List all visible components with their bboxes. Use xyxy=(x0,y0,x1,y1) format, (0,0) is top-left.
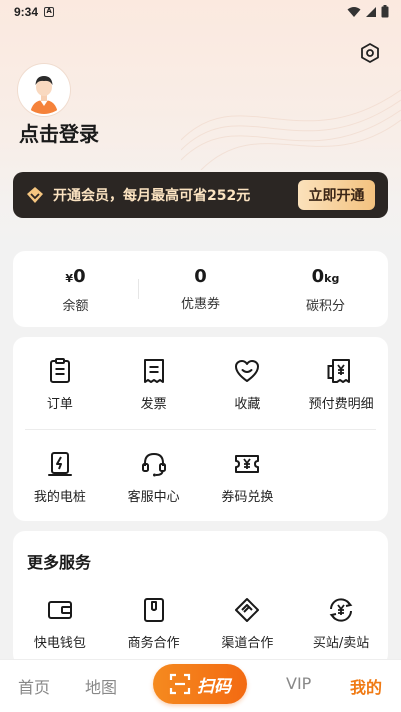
avatar[interactable] xyxy=(18,64,70,116)
business-cooperation-item[interactable]: 商务合作 xyxy=(107,576,201,651)
coupon-redeem-item[interactable]: 券码兑换 xyxy=(201,430,295,522)
more-services-title: 更多服务 xyxy=(27,553,92,572)
vip-diamond-icon xyxy=(27,187,43,203)
clipboard-icon xyxy=(49,358,70,383)
account-stats-card: ¥0 余额 0 优惠券 0kg 碳积分 xyxy=(13,251,388,327)
vip-banner-text: 开通会员，每月最高可省252元 xyxy=(53,188,251,204)
orders-item[interactable]: 订单 xyxy=(13,337,107,429)
open-vip-button[interactable]: 立即开通 xyxy=(298,180,375,210)
channel-cooperation-item[interactable]: 渠道合作 xyxy=(201,576,295,651)
business-cooperation-label: 商务合作 xyxy=(127,636,180,651)
coupon-icon xyxy=(235,455,260,473)
prepaid-receipt-icon xyxy=(327,359,351,383)
charging-pile-icon xyxy=(47,452,72,476)
carbon-label: 碳积分 xyxy=(305,299,345,314)
user-avatar-icon xyxy=(20,66,68,114)
channel-cooperation-label: 渠道合作 xyxy=(221,636,274,651)
orders-label: 订单 xyxy=(46,397,73,412)
invoice-item[interactable]: 发票 xyxy=(107,337,201,429)
prepaid-details-label: 预付费明细 xyxy=(308,397,374,412)
orders-card: 订单 发票 收藏 预付费明细 我的电桩 客服中心 券码兑换 xyxy=(13,337,388,521)
headset-icon xyxy=(141,452,166,477)
wifi-icon xyxy=(347,6,361,17)
status-time: 9:34 xyxy=(14,5,39,19)
invoice-label: 发票 xyxy=(140,397,167,412)
more-services-row: 快电钱包 商务合作 渠道合作 买站/卖站 xyxy=(13,576,388,651)
coupon-value: 0 xyxy=(194,266,207,287)
wallet-item[interactable]: 快电钱包 xyxy=(13,576,107,651)
wallet-label: 快电钱包 xyxy=(33,636,86,651)
scan-label: 扫码 xyxy=(197,676,231,697)
favorites-item[interactable]: 收藏 xyxy=(201,337,295,429)
handshake-icon xyxy=(235,598,260,622)
notification-a-icon: A xyxy=(44,7,55,17)
exchange-icon xyxy=(329,598,353,622)
login-prompt[interactable]: 点击登录 xyxy=(19,118,99,147)
carbon-value: 0kg xyxy=(311,266,340,287)
receipt-icon xyxy=(143,359,164,383)
my-charging-pile-item[interactable]: 我的电桩 xyxy=(13,430,107,522)
orders-row-2: 我的电桩 客服中心 券码兑换 xyxy=(13,430,388,522)
heart-icon xyxy=(235,360,260,382)
buy-sell-station-item[interactable]: 买站/卖站 xyxy=(294,576,388,651)
coupon-redeem-label: 券码兑换 xyxy=(221,490,274,505)
status-bar: 9:34 A xyxy=(0,0,401,24)
decorative-wave xyxy=(181,89,401,170)
settings-hexagon-icon[interactable] xyxy=(359,42,381,64)
orders-row-1: 订单 发票 收藏 预付费明细 xyxy=(13,337,388,429)
prepaid-details-item[interactable]: 预付费明细 xyxy=(294,337,388,429)
coupon-stat[interactable]: 0 优惠券 xyxy=(138,251,263,327)
balance-label: 余额 xyxy=(62,299,89,314)
signal-icon xyxy=(366,6,376,17)
customer-service-label: 客服中心 xyxy=(127,490,180,505)
tab-mine[interactable]: 我的 xyxy=(350,674,382,698)
carbon-points-stat[interactable]: 0kg 碳积分 xyxy=(263,251,388,327)
vip-banner[interactable]: 开通会员，每月最高可省252元 立即开通 xyxy=(13,172,388,218)
favorites-label: 收藏 xyxy=(234,397,261,412)
buy-sell-station-label: 买站/卖站 xyxy=(312,636,370,651)
coupon-label: 优惠券 xyxy=(180,297,220,312)
stat-divider xyxy=(138,279,139,299)
tab-vip[interactable]: VIP xyxy=(286,674,311,693)
balance-stat[interactable]: ¥0 余额 xyxy=(13,251,138,327)
tab-map[interactable]: 地图 xyxy=(85,674,117,698)
business-icon xyxy=(143,598,164,622)
balance-value: ¥0 xyxy=(65,266,86,287)
tab-home[interactable]: 首页 xyxy=(18,674,50,698)
wallet-icon xyxy=(47,601,72,619)
scan-icon xyxy=(169,673,191,695)
customer-service-item[interactable]: 客服中心 xyxy=(107,430,201,522)
my-charging-pile-label: 我的电桩 xyxy=(33,490,86,505)
more-services-card: 更多服务 快电钱包 商务合作 渠道合作 买站/卖站 xyxy=(13,531,388,666)
scan-button[interactable]: 扫码 xyxy=(153,664,247,704)
battery-icon xyxy=(381,5,389,18)
